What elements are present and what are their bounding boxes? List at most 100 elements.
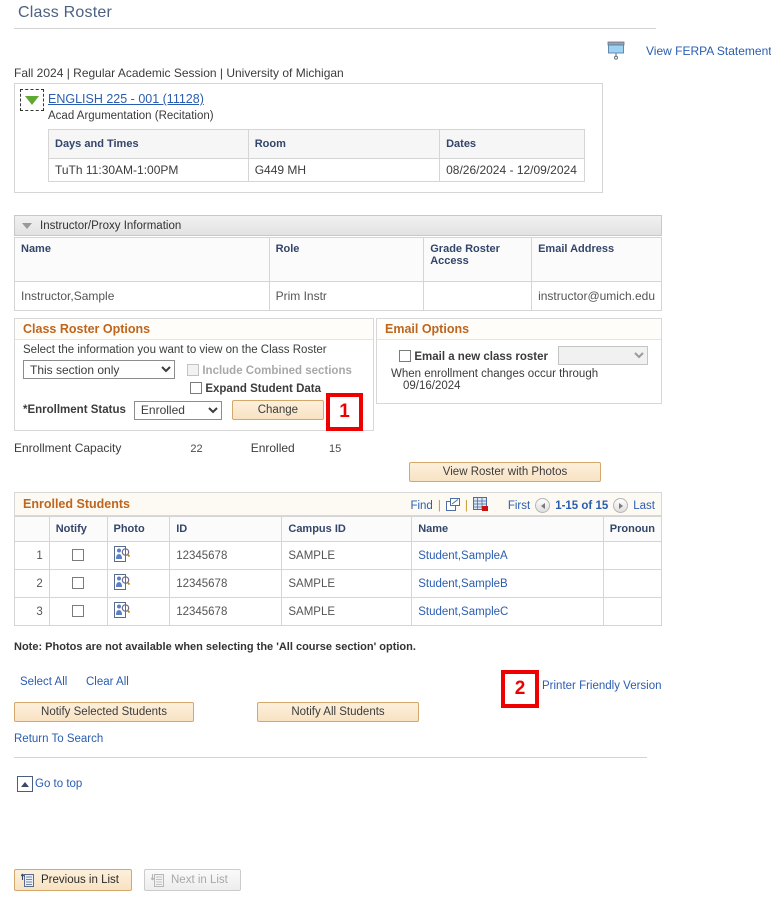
last-page-link[interactable]: Last: [633, 500, 655, 512]
view-roster-with-photos-button[interactable]: View Roster with Photos: [409, 462, 601, 482]
student-name-link[interactable]: Student,SampleC: [418, 606, 508, 618]
enrolled-value: 15: [329, 443, 342, 455]
cell-id: 12345678: [169, 569, 283, 598]
student-photo-icon[interactable]: [113, 546, 130, 562]
previous-in-list-button[interactable]: Previous in List: [14, 869, 132, 891]
instructor-table: Name Role Grade Roster Access Email Addr…: [14, 237, 662, 311]
cell-instructor-name: Instructor,Sample: [14, 281, 270, 311]
instructor-row: Instructor,Sample Prim Instr instructor@…: [14, 281, 662, 311]
include-combined-label: Include Combined sections: [202, 364, 352, 377]
cell-id: 12345678: [169, 597, 283, 626]
next-in-list-icon: [150, 873, 164, 887]
printer-friendly-version-link[interactable]: Printer Friendly Version: [542, 680, 662, 692]
annotation-badge-2: 2: [501, 670, 539, 708]
find-link[interactable]: Find: [410, 500, 432, 512]
annotation-badge-1: 1: [326, 393, 363, 431]
email-note-line1: When enrollment changes occur through: [391, 368, 599, 380]
class-section-link[interactable]: ENGLISH 225 - 001 (11128): [48, 92, 204, 106]
students-table-body: 1 12345678 SAMPLE Student,SampleA 2 1234…: [14, 541, 663, 626]
collapse-triangle-icon[interactable]: [20, 89, 44, 111]
cell-notify[interactable]: [48, 597, 108, 626]
notify-checkbox[interactable]: [72, 577, 85, 589]
column-name: Name: [14, 237, 270, 282]
grade-roster-line1: Grade Roster: [430, 243, 500, 255]
enrolled-students-grid-header: Enrolled Students Find | | First 1-15 of…: [14, 492, 662, 516]
chevron-down-icon: [22, 222, 32, 229]
grade-roster-line2: Access: [430, 255, 469, 267]
open-new-window-icon[interactable]: [445, 497, 460, 514]
student-name-link[interactable]: Student,SampleA: [418, 550, 508, 562]
meeting-header-row: Days and Times Room Dates: [48, 129, 585, 159]
enrollment-status-select[interactable]: Enrolled: [133, 400, 222, 420]
next-arrow-icon[interactable]: [613, 498, 629, 513]
toolbar-separator-2: |: [464, 499, 468, 512]
notify-checkbox[interactable]: [72, 605, 85, 617]
title-divider: [14, 28, 656, 29]
student-name-link[interactable]: Student,SampleB: [418, 578, 508, 590]
cell-photo[interactable]: [106, 597, 171, 626]
notify-checkbox[interactable]: [72, 549, 85, 561]
cell-notify[interactable]: [48, 541, 108, 570]
column-id: ID: [169, 516, 283, 542]
include-combined-sections-checkbox[interactable]: Include Combined sections: [187, 363, 352, 377]
column-notify: Notify: [48, 516, 108, 542]
clear-all-link[interactable]: Clear All: [86, 676, 129, 688]
table-row: 1 12345678 SAMPLE Student,SampleA: [14, 541, 663, 570]
student-photo-icon[interactable]: [113, 574, 130, 590]
enrollment-capacity-label: Enrollment Capacity: [14, 441, 122, 455]
cell-days-and-times: TuTh 11:30AM-1:00PM: [48, 158, 249, 182]
email-note-line2: 09/16/2024: [403, 380, 461, 392]
column-pronoun: Pronoun: [602, 516, 663, 542]
projector-screen-icon: [604, 40, 628, 62]
go-to-top-link[interactable]: Go to top: [17, 776, 82, 792]
cell-row-index: 2: [14, 569, 50, 598]
column-campus-id: Campus ID: [281, 516, 413, 542]
cell-name[interactable]: Student,SampleA: [411, 541, 604, 570]
cell-id: 12345678: [169, 541, 283, 570]
cell-row-index: 3: [14, 597, 50, 626]
enrolled-students-table: Notify Photo ID Campus ID Name Pronoun 1: [14, 516, 663, 626]
previous-arrow-icon[interactable]: [535, 498, 551, 513]
cell-pronoun: [602, 597, 663, 626]
section-scope-select[interactable]: This section only: [23, 360, 175, 379]
ferpa-row: View FERPA Statement: [604, 40, 771, 62]
class-roster-options-panel: Class Roster Options Select the informat…: [14, 318, 374, 431]
students-header-row: Notify Photo ID Campus ID Name Pronoun: [14, 516, 663, 542]
enrollment-capacity-value: 22: [190, 443, 203, 455]
email-new-class-roster-checkbox[interactable]: Email a new class roster: [399, 349, 548, 363]
column-role: Role: [268, 237, 425, 282]
cell-name[interactable]: Student,SampleC: [411, 597, 604, 626]
cell-photo[interactable]: [106, 569, 171, 598]
instructor-section-header[interactable]: Instructor/Proxy Information: [14, 215, 662, 236]
grid-toolbar: Find | | First 1-15 of 15 Last: [410, 497, 655, 514]
column-room: Room: [247, 129, 441, 159]
enrolled-students-title: Enrolled Students: [23, 497, 130, 511]
cell-name[interactable]: Student,SampleB: [411, 569, 604, 598]
change-button[interactable]: Change: [231, 400, 324, 420]
notify-selected-students-button[interactable]: Notify Selected Students: [14, 702, 194, 722]
view-ferpa-statement-link[interactable]: View FERPA Statement: [646, 44, 771, 58]
cell-row-index: 1: [14, 541, 50, 570]
meeting-row: TuTh 11:30AM-1:00PM G449 MH 08/26/2024 -…: [48, 158, 585, 182]
column-grade-roster-access: Grade Roster Access: [423, 237, 533, 282]
cell-grade-roster-access: [423, 281, 533, 311]
return-to-search-link[interactable]: Return To Search: [14, 733, 103, 745]
instructor-header-row: Name Role Grade Roster Access Email Addr…: [14, 237, 662, 282]
email-options-header: Email Options: [377, 319, 661, 340]
notify-all-students-button[interactable]: Notify All Students: [257, 702, 419, 722]
email-frequency-select[interactable]: [557, 346, 648, 365]
cell-photo[interactable]: [106, 541, 171, 570]
include-combined-checkbox-box[interactable]: [187, 363, 199, 376]
select-all-link[interactable]: Select All: [20, 676, 67, 688]
first-page-link[interactable]: First: [508, 500, 530, 512]
cell-instructor-role: Prim Instr: [268, 281, 425, 311]
column-name: Name: [411, 516, 604, 542]
cell-notify[interactable]: [48, 569, 108, 598]
cell-instructor-email: instructor@umich.edu: [531, 281, 662, 311]
expand-student-data-checkbox-box[interactable]: [190, 382, 202, 394]
email-roster-checkbox-box[interactable]: [399, 349, 411, 362]
download-to-excel-grid-icon[interactable]: [472, 497, 489, 514]
student-photo-icon[interactable]: [113, 602, 130, 618]
row-range-label: 1-15 of 15: [555, 499, 609, 512]
column-photo: Photo: [106, 516, 171, 542]
